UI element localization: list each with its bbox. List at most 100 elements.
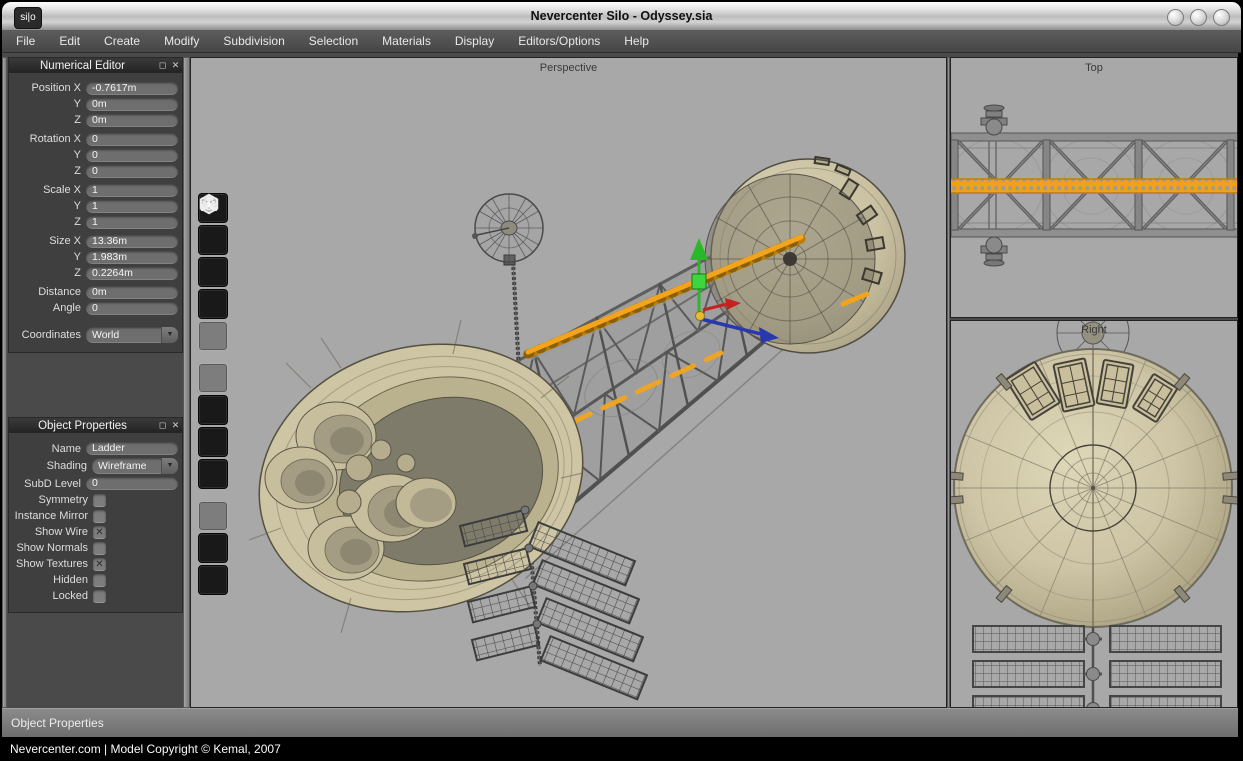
input-y[interactable]: 0m bbox=[86, 98, 178, 111]
minimize-button[interactable] bbox=[1167, 9, 1184, 26]
checkbox-row: Hidden bbox=[11, 572, 178, 588]
name-input[interactable]: Ladder bbox=[86, 442, 178, 455]
field-label: Y bbox=[11, 98, 81, 110]
left-edge-strip bbox=[2, 57, 7, 708]
shading-dropdown[interactable]: Wireframe ▼ bbox=[92, 458, 178, 474]
menu-item-materials[interactable]: Materials bbox=[370, 30, 443, 53]
input-distance[interactable]: 0m bbox=[86, 286, 178, 299]
window-controls bbox=[1167, 9, 1230, 26]
checkbox-row: Show Normals bbox=[11, 540, 178, 556]
checkbox-row: Show Wire ✕ bbox=[11, 524, 178, 540]
scale-tool-icon[interactable] bbox=[198, 427, 228, 457]
panel-float-icon[interactable]: ◻ bbox=[156, 58, 169, 73]
input-rotation-x[interactable]: 0 bbox=[86, 133, 178, 146]
menu-item-help[interactable]: Help bbox=[612, 30, 661, 53]
numeric-row: Size X13.36m bbox=[11, 233, 178, 249]
menu-item-editors-options[interactable]: Editors/Options bbox=[506, 30, 612, 53]
object-mode-icon[interactable] bbox=[198, 289, 228, 319]
perspective-scene[interactable] bbox=[191, 58, 947, 708]
field-label: Z bbox=[11, 165, 81, 177]
subd-level-input[interactable]: 0 bbox=[86, 477, 178, 490]
input-size-x[interactable]: 13.36m bbox=[86, 235, 178, 248]
checkbox-hidden[interactable] bbox=[93, 574, 106, 587]
field-label: Y bbox=[11, 149, 81, 161]
universal-manipulator-icon[interactable] bbox=[198, 459, 228, 489]
input-y[interactable]: 0 bbox=[86, 149, 178, 162]
object-property-checkboxes: SymmetryInstance MirrorShow Wire✕Show No… bbox=[11, 492, 178, 604]
input-position-x[interactable]: -0.7617m bbox=[86, 82, 178, 95]
checkbox-symmetry[interactable] bbox=[93, 494, 106, 507]
menu-item-create[interactable]: Create bbox=[92, 30, 152, 53]
coordinates-dropdown[interactable]: World ▼ bbox=[86, 327, 178, 343]
edge-mode-icon[interactable] bbox=[198, 225, 228, 255]
input-y[interactable]: 1 bbox=[86, 200, 178, 213]
checkbox-show-textures[interactable]: ✕ bbox=[93, 558, 106, 571]
top-scene[interactable] bbox=[951, 58, 1238, 318]
numerical-editor-panel: Numerical Editor ◻ ✕ Position X-0.7617mY… bbox=[8, 57, 183, 353]
status-text: Object Properties bbox=[11, 716, 104, 730]
viewport-label: Right bbox=[951, 324, 1237, 336]
input-z[interactable]: 0m bbox=[86, 114, 178, 127]
menu-item-file[interactable]: File bbox=[4, 30, 47, 53]
menu-item-edit[interactable]: Edit bbox=[47, 30, 92, 53]
field-label: Y bbox=[11, 200, 81, 212]
numerical-editor-header[interactable]: Numerical Editor ◻ ✕ bbox=[9, 58, 182, 73]
field-label: Distance bbox=[11, 286, 81, 298]
numeric-row: Y 0m bbox=[11, 96, 178, 112]
move-tool-icon[interactable] bbox=[198, 363, 228, 393]
right-scene[interactable] bbox=[951, 321, 1238, 708]
input-angle[interactable]: 0 bbox=[86, 302, 178, 315]
field-label: Show Wire bbox=[11, 526, 88, 538]
checkbox-locked[interactable] bbox=[93, 590, 106, 603]
footer-bar: Nevercenter.com | Model Copyright © Kema… bbox=[0, 737, 1243, 761]
lasso-select-icon[interactable] bbox=[198, 565, 228, 595]
multiselect-mode-icon[interactable] bbox=[198, 321, 228, 351]
field-label: Locked bbox=[11, 590, 88, 602]
menu-item-modify[interactable]: Modify bbox=[152, 30, 211, 53]
ladder-top-view[interactable] bbox=[951, 179, 1238, 193]
menu-item-selection[interactable]: Selection bbox=[297, 30, 370, 53]
manipulator-group bbox=[198, 363, 228, 489]
face-mode-icon[interactable] bbox=[198, 257, 228, 287]
checkbox-show-wire[interactable]: ✕ bbox=[93, 526, 106, 539]
input-z[interactable]: 0.2264m bbox=[86, 267, 178, 280]
object-properties-header[interactable]: Object Properties ◻ ✕ bbox=[9, 418, 182, 433]
title-bar[interactable]: si|o Nevercenter Silo - Odyssey.sia bbox=[2, 2, 1241, 30]
input-scale-x[interactable]: 1 bbox=[86, 184, 178, 197]
perspective-viewport[interactable]: Perspective bbox=[190, 57, 947, 708]
menu-item-display[interactable]: Display bbox=[443, 30, 506, 53]
rotate-tool-icon[interactable] bbox=[198, 395, 228, 425]
paint-select-icon[interactable] bbox=[198, 501, 228, 531]
solar-arrays[interactable] bbox=[460, 506, 647, 699]
panel-close-icon[interactable]: ✕ bbox=[169, 58, 182, 73]
checkbox-row: Instance Mirror bbox=[11, 508, 178, 524]
checkbox-row: Show Textures✕ bbox=[11, 556, 178, 572]
menu-bar: FileEditCreateModifySubdivisionSelection… bbox=[2, 30, 1241, 53]
checkbox-instance-mirror[interactable] bbox=[93, 510, 106, 523]
checkbox-show-normals[interactable] bbox=[93, 542, 106, 555]
right-viewport[interactable]: Right bbox=[950, 320, 1238, 708]
close-button[interactable] bbox=[1213, 9, 1230, 26]
solar-arrays-right-view[interactable] bbox=[973, 626, 1221, 708]
maximize-button[interactable] bbox=[1190, 9, 1207, 26]
numeric-row: Distance 0m bbox=[11, 284, 178, 300]
panel-close-icon[interactable]: ✕ bbox=[169, 418, 182, 433]
top-viewport[interactable]: Top bbox=[950, 57, 1238, 318]
panel-splitter[interactable] bbox=[183, 57, 190, 708]
area-select-icon[interactable] bbox=[198, 533, 228, 563]
field-label: Rotation X bbox=[11, 133, 81, 145]
input-z[interactable]: 1 bbox=[86, 216, 178, 229]
field-label: Scale X bbox=[11, 184, 81, 196]
input-y[interactable]: 1.983m bbox=[86, 251, 178, 264]
numeric-row: Rotation X 0 bbox=[11, 131, 178, 147]
input-z[interactable]: 0 bbox=[86, 165, 178, 178]
checkbox-row: Symmetry bbox=[11, 492, 178, 508]
footer-text: Nevercenter.com | Model Copyright © Kema… bbox=[10, 742, 281, 756]
numeric-row: Y1.983m bbox=[11, 249, 178, 265]
habitat-right-view[interactable] bbox=[951, 349, 1238, 627]
habitat-drum[interactable] bbox=[705, 157, 905, 353]
field-label: Shading bbox=[11, 460, 87, 472]
selection-mode-group bbox=[198, 193, 228, 351]
panel-float-icon[interactable]: ◻ bbox=[156, 418, 169, 433]
menu-item-subdivision[interactable]: Subdivision bbox=[211, 30, 296, 53]
